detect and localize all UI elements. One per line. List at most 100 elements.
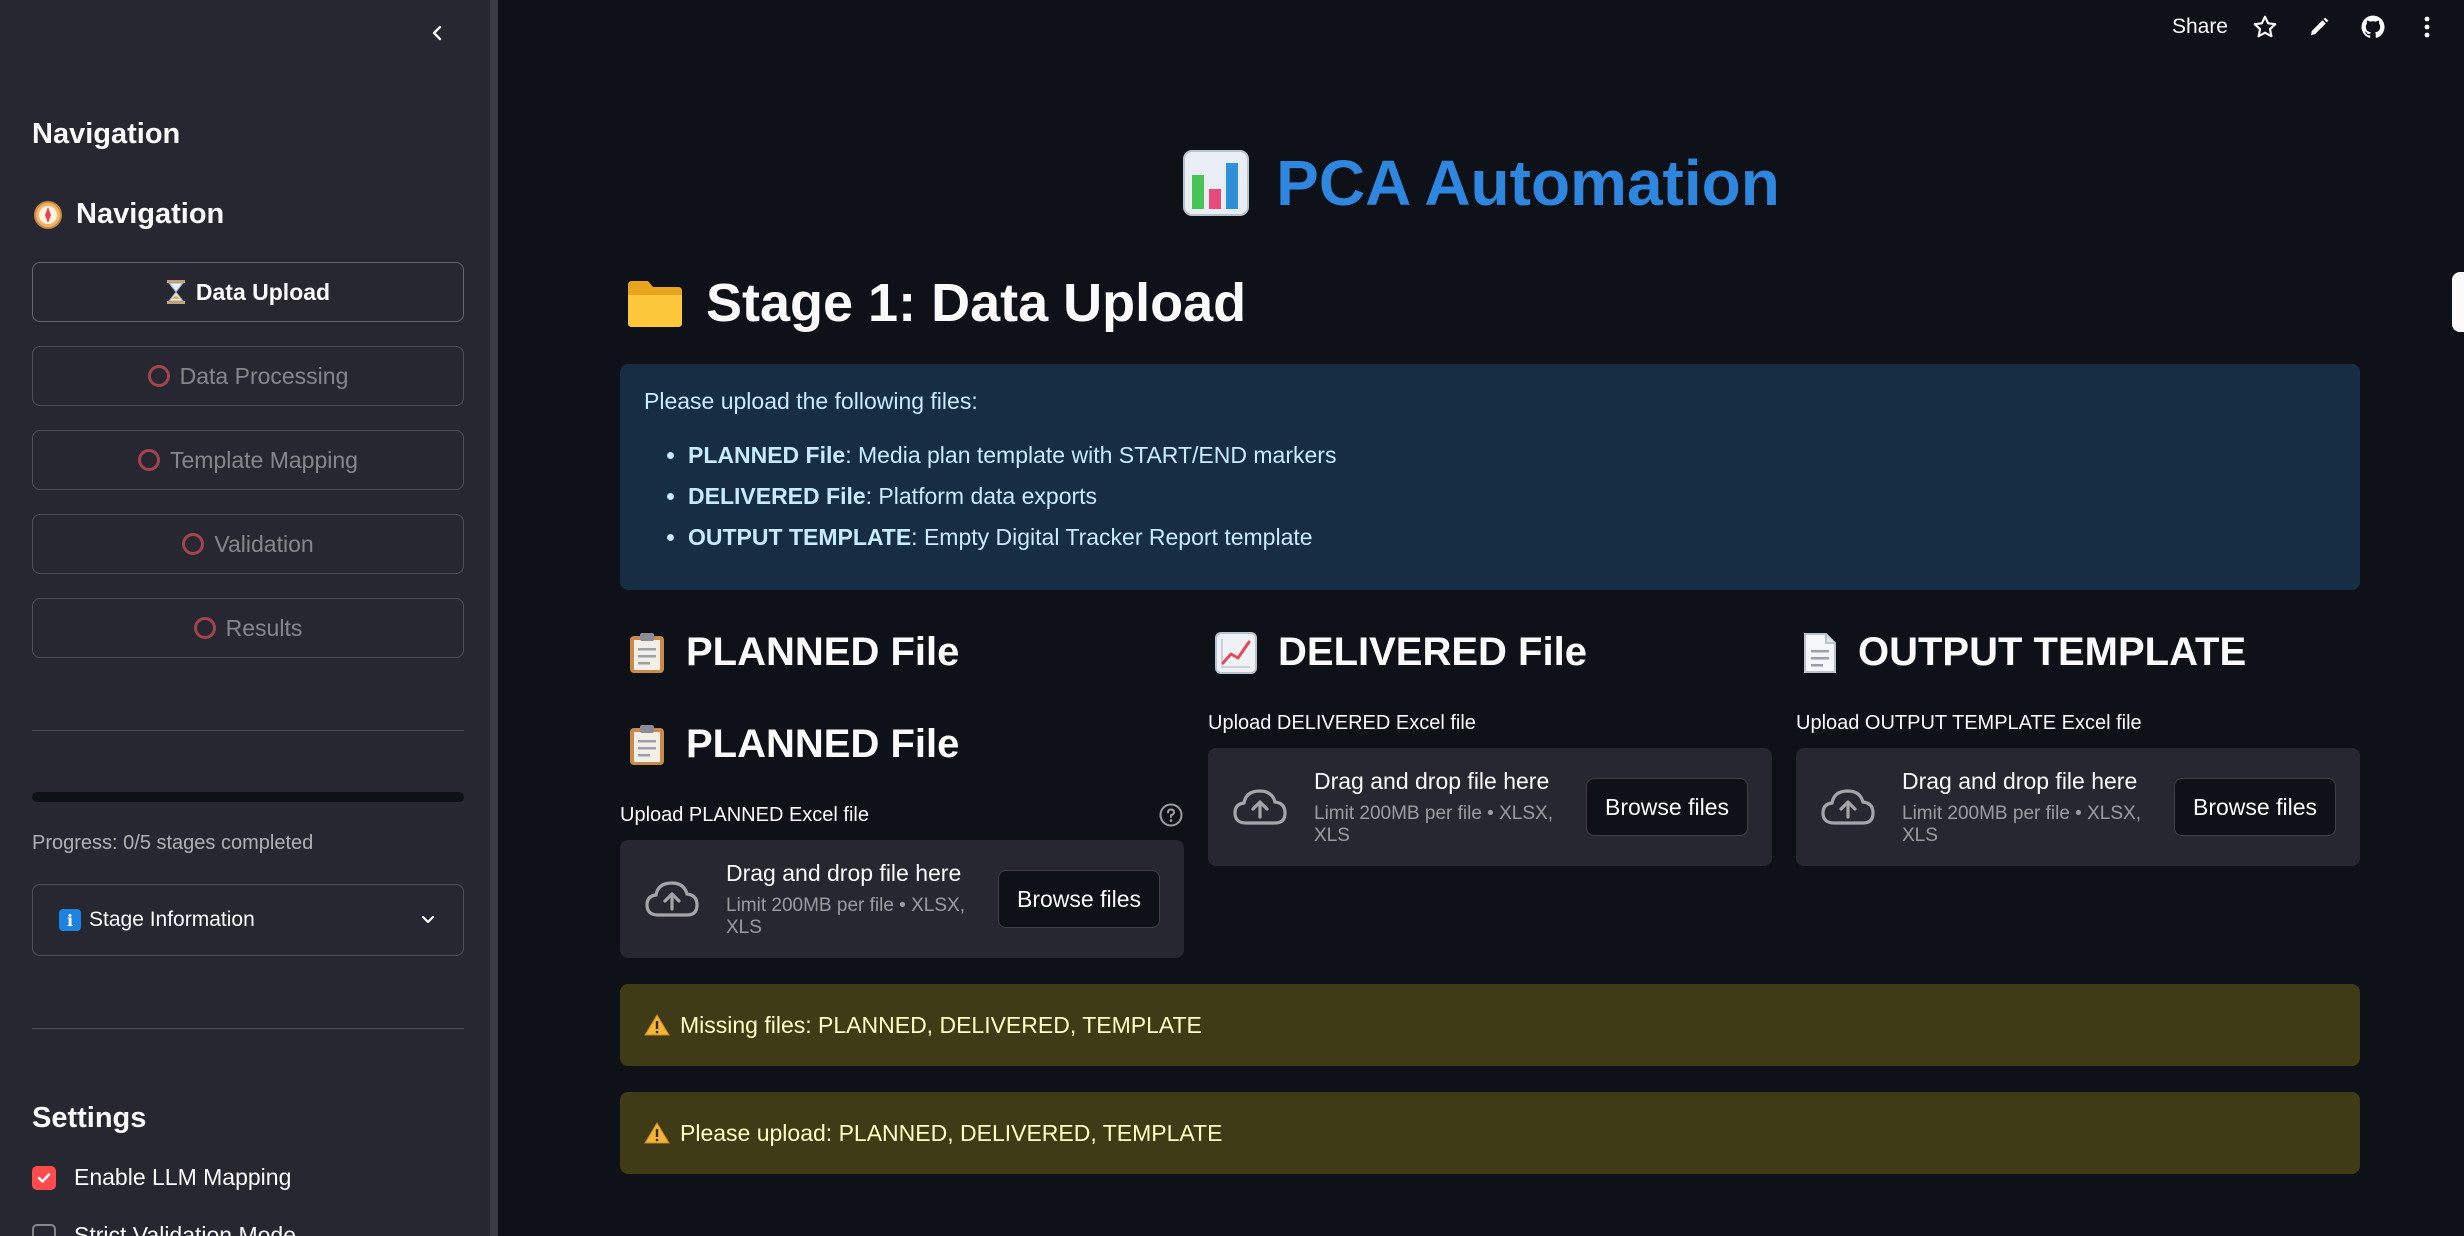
nav-button-template-mapping[interactable]: Template Mapping <box>32 430 464 490</box>
stage-heading-row: Stage 1: Data Upload <box>626 272 1246 334</box>
pencil-icon <box>2311 17 2329 35</box>
star-button[interactable] <box>2248 10 2282 44</box>
sidebar-resize-handle[interactable] <box>490 0 498 1236</box>
delivered-heading-label: DELIVERED File <box>1278 630 1587 674</box>
dropzone-limit: Limit 200MB per file • XLSX, XLS <box>1902 802 2141 846</box>
info-item-text: : Media plan template with START/END mar… <box>845 442 1337 468</box>
github-button[interactable] <box>2356 10 2390 44</box>
info-list-item: DELIVERED File: Platform data exports <box>688 482 2336 510</box>
header-toolbar: Share <box>2172 10 2444 44</box>
document-icon <box>1804 632 1836 673</box>
clipboard-icon <box>630 632 664 673</box>
info-item-bold: PLANNED File <box>688 442 846 468</box>
template-file-dropzone[interactable]: Drag and drop file here Limit 200MB per … <box>1796 748 2360 866</box>
checkbox-label: Enable LLM Mapping <box>74 1164 292 1190</box>
info-intro: Please upload the following files: <box>644 388 978 414</box>
clipboard-icon <box>630 724 664 765</box>
sidebar-heading: Navigation <box>32 118 181 150</box>
dropzone-limit: Limit 200MB per file • XLSX, XLS <box>1314 802 1553 846</box>
delivered-heading: DELIVERED File <box>1214 630 1587 675</box>
chart-increasing-icon <box>1215 631 1257 674</box>
bar-chart-icon <box>1183 150 1250 216</box>
strict-validation-mode-checkbox[interactable]: Strict Validation Mode <box>32 1222 296 1236</box>
planned-subheading-label: PLANNED File <box>686 722 960 766</box>
folder-icon <box>628 281 682 327</box>
delivered-upload-label: Upload DELIVERED Excel file <box>1208 712 1476 734</box>
nav-heading: Navigation <box>32 198 224 231</box>
delivered-browse-files-button[interactable]: Browse files <box>1586 778 1748 836</box>
info-list-item: PLANNED File: Media plan template with S… <box>688 441 2336 469</box>
more-vertical-icon <box>2424 16 2430 38</box>
nav-button-validation[interactable]: Validation <box>32 514 464 574</box>
app-title: PCA Automation <box>1276 147 1780 219</box>
nav-button-label: Data Processing <box>179 362 349 389</box>
circle-icon <box>182 533 205 555</box>
checkbox-unchecked-icon <box>32 1223 56 1236</box>
delivered-file-dropzone[interactable]: Drag and drop file here Limit 200MB per … <box>1208 748 1772 866</box>
dropzone-text: Drag and drop file here Limit 200MB per … <box>1902 768 2174 847</box>
nav-heading-label: Navigation <box>76 198 225 230</box>
info-list: PLANNED File: Media plan template with S… <box>688 441 2336 551</box>
chevron-left-icon <box>432 25 442 41</box>
expander-label: Stage Information <box>89 908 255 931</box>
upload-instructions-info: Please upload the following files: PLANN… <box>620 364 2360 590</box>
cloud-upload-icon <box>1233 789 1287 825</box>
enable-llm-mapping-checkbox[interactable]: Enable LLM Mapping <box>32 1164 291 1191</box>
info-list-item: OUTPUT TEMPLATE: Empty Digital Tracker R… <box>688 523 2336 551</box>
sidebar-divider <box>32 730 464 731</box>
app-title-row: PCA Automation <box>498 146 2464 220</box>
template-browse-files-button[interactable]: Browse files <box>2174 778 2336 836</box>
warning-icon <box>644 1122 670 1144</box>
circle-icon <box>138 449 161 471</box>
hourglass-icon <box>166 280 185 304</box>
planned-heading: PLANNED File <box>628 630 959 675</box>
info-item-text: : Platform data exports <box>865 483 1098 509</box>
nav-button-data-upload[interactable]: Data Upload <box>32 262 464 322</box>
info-item-bold: OUTPUT TEMPLATE <box>688 524 912 550</box>
dropzone-text: Drag and drop file here Limit 200MB per … <box>1314 768 1586 847</box>
nav-button-label: Data Upload <box>195 278 331 305</box>
nav-button-label: Results <box>225 614 303 641</box>
warning-text: Please upload: PLANNED, DELIVERED, TEMPL… <box>680 1119 1223 1146</box>
help-icon[interactable] <box>1158 802 1184 828</box>
share-button[interactable]: Share <box>2172 15 2228 39</box>
edge-handle[interactable] <box>2452 272 2464 332</box>
planned-browse-files-button[interactable]: Browse files <box>998 870 1160 928</box>
dropzone-limit: Limit 200MB per file • XLSX, XLS <box>726 894 965 938</box>
star-icon <box>2253 15 2277 38</box>
progress-text: Progress: 0/5 stages completed <box>32 832 314 854</box>
missing-files-warning: Missing files: PLANNED, DELIVERED, TEMPL… <box>620 984 2360 1066</box>
chevron-down-icon <box>421 915 435 924</box>
checkbox-checked-icon <box>32 1165 56 1190</box>
nav-button-label: Validation <box>214 530 314 557</box>
info-item-bold: DELIVERED File <box>688 483 866 509</box>
edit-button[interactable] <box>2302 10 2336 44</box>
planned-upload-label: Upload PLANNED Excel file <box>620 804 869 826</box>
dropzone-instruction: Drag and drop file here <box>726 859 962 886</box>
template-heading: OUTPUT TEMPLATE <box>1802 630 2246 675</box>
sidebar: Navigation Navigation Data Upload Data P… <box>0 0 490 1236</box>
cloud-upload-icon <box>1821 789 1875 825</box>
stage-title: Stage 1: Data Upload <box>706 273 1247 333</box>
info-icon: i <box>59 909 81 931</box>
warning-text: Missing files: PLANNED, DELIVERED, TEMPL… <box>680 1011 1202 1038</box>
nav-button-data-processing[interactable]: Data Processing <box>32 346 464 406</box>
template-heading-label: OUTPUT TEMPLATE <box>1858 630 2247 674</box>
circle-icon <box>193 617 216 639</box>
main-menu-button[interactable] <box>2410 10 2444 44</box>
planned-heading-label: PLANNED File <box>686 630 960 674</box>
warning-icon <box>644 1014 670 1036</box>
planned-file-dropzone[interactable]: Drag and drop file here Limit 200MB per … <box>620 840 1184 958</box>
checkbox-label: Strict Validation Mode <box>74 1222 297 1236</box>
circle-icon <box>147 365 170 387</box>
stage-information-expander[interactable]: i Stage Information <box>32 884 464 956</box>
dropzone-text: Drag and drop file here Limit 200MB per … <box>726 860 998 939</box>
planned-subheading: PLANNED File <box>628 722 959 767</box>
please-upload-warning: Please upload: PLANNED, DELIVERED, TEMPL… <box>620 1092 2360 1174</box>
nav-button-results[interactable]: Results <box>32 598 464 658</box>
info-item-text: : Empty Digital Tracker Report template <box>911 524 1313 550</box>
settings-heading: Settings <box>32 1102 147 1134</box>
nav-button-label: Template Mapping <box>170 446 358 473</box>
collapse-sidebar-button[interactable] <box>420 16 454 50</box>
compass-icon <box>34 200 62 229</box>
